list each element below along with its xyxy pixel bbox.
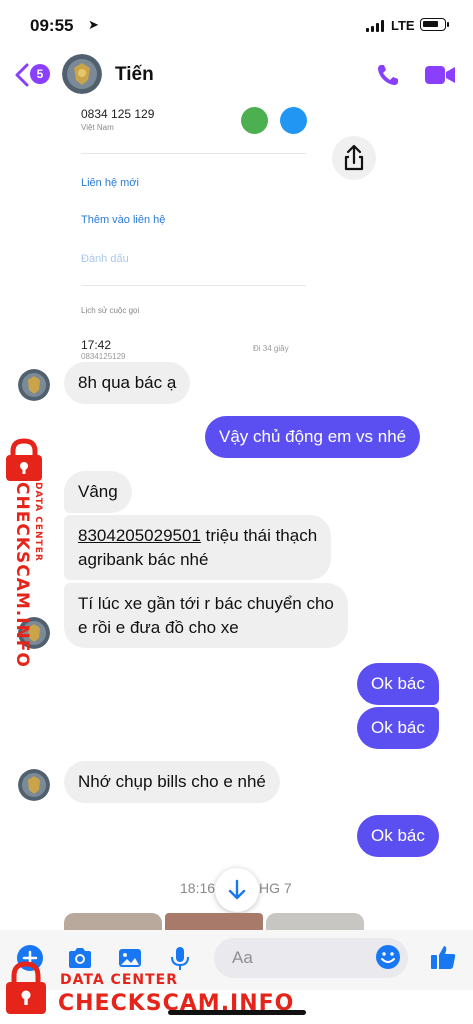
timestamp-time: 18:16 xyxy=(180,880,216,896)
message-input-placeholder: Aa xyxy=(232,948,253,967)
location-arrow-icon: ➤ xyxy=(88,17,99,32)
timestamp-day: HG 7 xyxy=(259,880,292,896)
message-line: Tí lúc xe gần tới r bác chuyển cho xyxy=(78,593,334,613)
message-bubble-incoming[interactable]: Vâng xyxy=(64,471,132,513)
screenshot-phone-number: 0834 125 129 xyxy=(81,107,155,121)
message-text: Ok bác xyxy=(371,674,425,693)
home-indicator xyxy=(168,1010,306,1015)
message-text: triệu thái thạch xyxy=(200,525,318,545)
message-line: 8304205029501 triệu thái thạch xyxy=(78,524,317,548)
unread-count-badge[interactable]: 5 xyxy=(30,64,50,84)
screenshot-country: Việt Nam xyxy=(81,123,114,132)
divider xyxy=(81,153,306,154)
lock-icon xyxy=(6,961,46,1014)
screenshot-action-new-contact: Liên hệ mới xyxy=(81,177,139,189)
message-text: 8h qua bác ạ xyxy=(78,373,177,392)
screenshot-action-add-contact: Thêm vào liên hệ xyxy=(81,214,166,226)
message-text: Vậy chủ động em vs nhé xyxy=(219,427,407,446)
message-bubble-outgoing[interactable]: Vậy chủ động em vs nhé xyxy=(205,416,421,458)
avatar[interactable] xyxy=(18,769,50,801)
screenshot-action-mark: Đánh dấu xyxy=(81,253,129,265)
message-text: Vâng xyxy=(78,482,118,501)
message-bubble-outgoing[interactable]: Ok bác xyxy=(357,663,439,705)
avatar[interactable] xyxy=(18,369,50,401)
camera-icon[interactable] xyxy=(66,944,94,972)
message-bubble-outgoing[interactable]: Ok bác xyxy=(357,815,439,857)
message-line: agribank bác nhé xyxy=(78,549,209,569)
watermark-title-vertical: CHECKSCAM.INFO xyxy=(12,482,32,668)
status-time: 09:55 xyxy=(30,16,74,35)
emoji-icon[interactable] xyxy=(375,944,401,970)
screenshot-history-label: Lịch sử cuộc gọi xyxy=(81,306,140,315)
phone-icon xyxy=(241,107,268,134)
account-number-link[interactable]: 8304205029501 xyxy=(78,526,201,545)
message-bubble-incoming[interactable]: Tí lúc xe gần tới r bác chuyển cho e rồi… xyxy=(64,583,348,648)
scroll-to-bottom-button[interactable] xyxy=(215,868,259,912)
thumbs-up-icon[interactable] xyxy=(428,942,458,972)
battery-icon xyxy=(420,18,449,31)
share-button[interactable] xyxy=(332,136,376,180)
screenshot-call-number: 0834125129 xyxy=(81,352,126,360)
message-icon xyxy=(280,107,307,134)
signal-icon xyxy=(366,20,386,32)
shared-screenshot[interactable]: 0834 125 129 Việt Nam Liên hệ mới Thêm v… xyxy=(66,95,324,360)
chevron-down-icon xyxy=(228,879,246,900)
screenshot-call-time: 17:42 xyxy=(81,338,112,352)
message-text: Ok bác xyxy=(371,826,425,845)
message-line: e rồi e đưa đồ cho xe xyxy=(78,617,239,637)
message-bubble-incoming[interactable]: 8304205029501 triệu thái thạch agribank … xyxy=(64,515,332,580)
contact-name[interactable]: Tiến xyxy=(115,64,154,86)
status-bar: 09:55 ➤ LTE xyxy=(0,0,473,50)
microphone-icon[interactable] xyxy=(166,944,194,972)
screenshot-call-duration: Đi 34 giây xyxy=(253,344,289,353)
message-bubble-incoming[interactable]: 8h qua bác ạ xyxy=(64,362,191,404)
avatar[interactable] xyxy=(62,54,102,94)
gallery-icon[interactable] xyxy=(116,944,144,972)
message-text: Ok bác xyxy=(371,718,425,737)
message-bubble-incoming[interactable]: Nhớ chụp bills cho e nhé xyxy=(64,761,280,803)
message-bubble-outgoing[interactable]: Ok bác xyxy=(357,707,439,749)
share-icon xyxy=(344,144,364,171)
network-label: LTE xyxy=(391,18,415,33)
message-text: Nhớ chụp bills cho e nhé xyxy=(78,772,266,791)
video-camera-icon[interactable] xyxy=(424,64,456,86)
watermark-subtitle-vertical: DATA CENTER xyxy=(33,482,43,562)
phone-icon[interactable] xyxy=(375,62,401,88)
divider xyxy=(81,285,306,286)
watermark-subtitle: DATA CENTER xyxy=(60,972,178,988)
